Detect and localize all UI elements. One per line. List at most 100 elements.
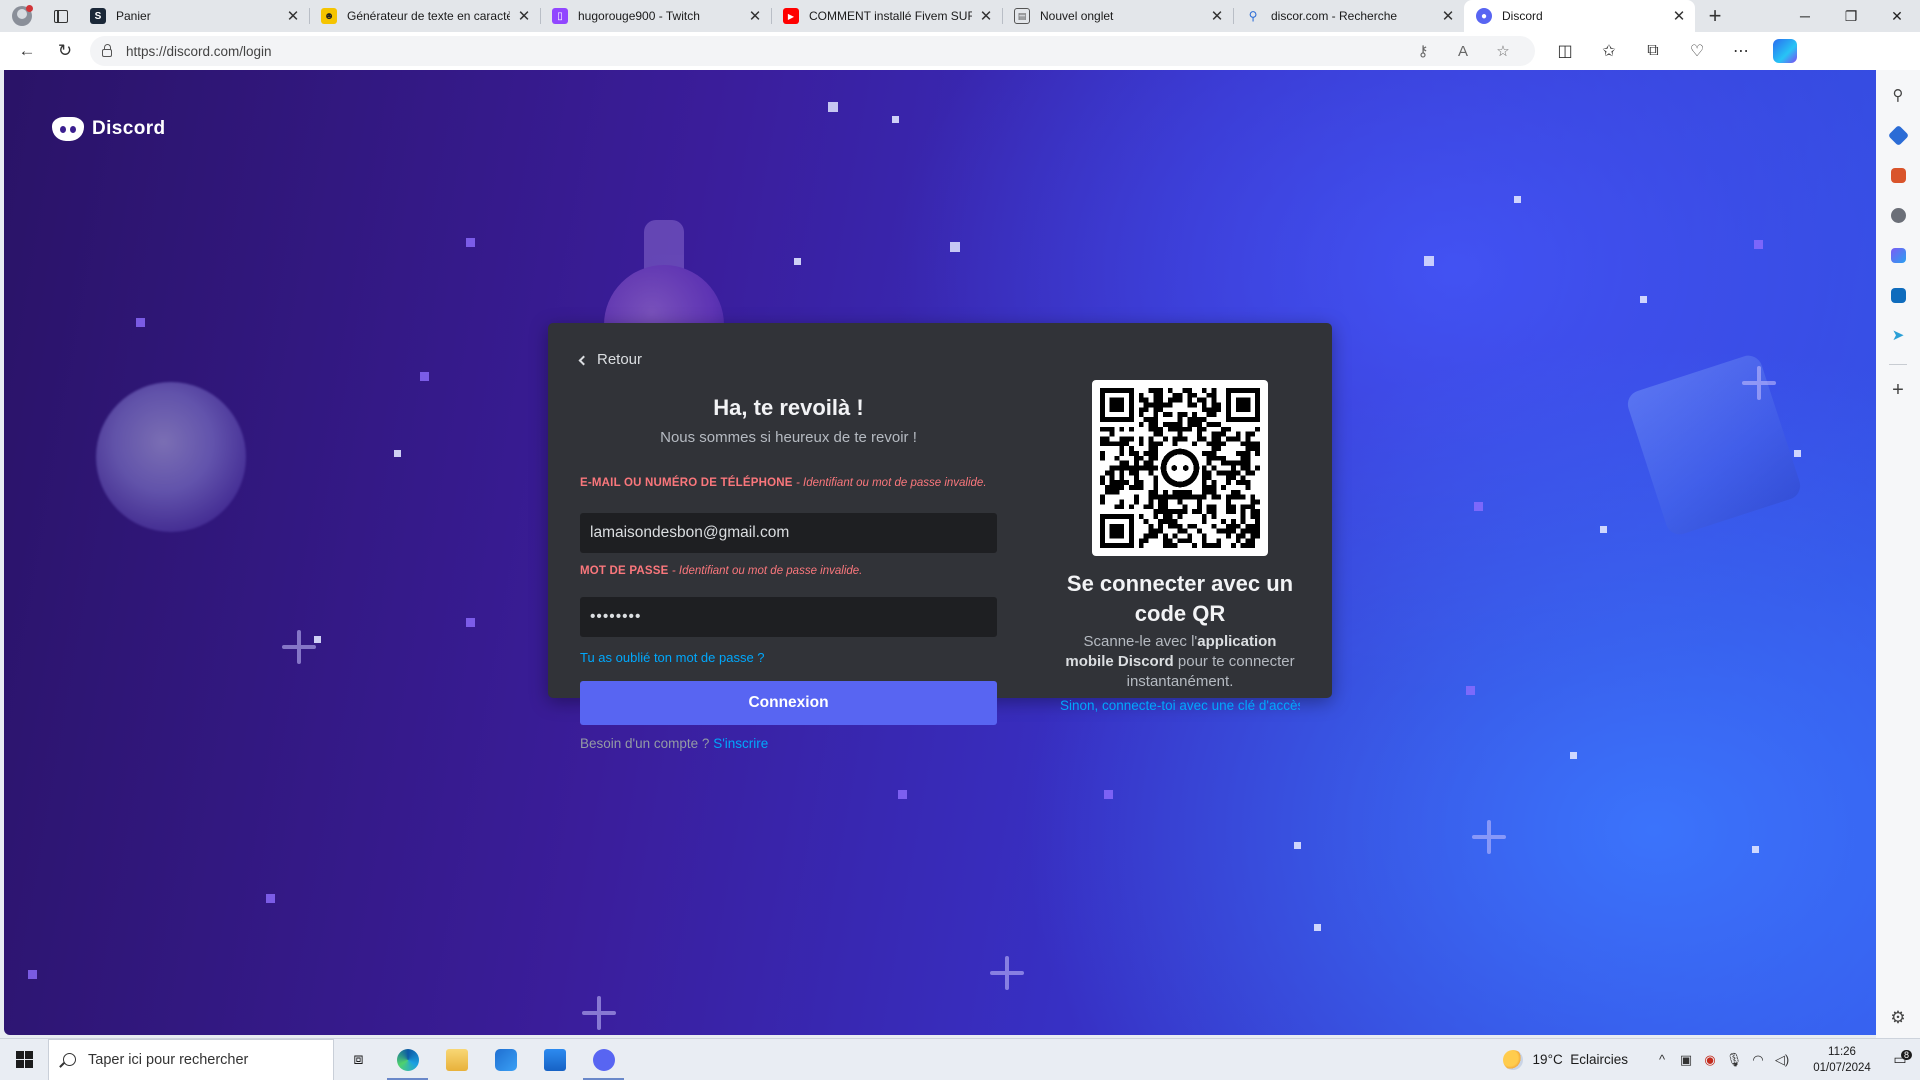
notification-badge: 8 <box>1900 1050 1912 1060</box>
background-star <box>1752 846 1759 853</box>
favorites-icon[interactable]: ✩ <box>1587 36 1631 66</box>
notification-center-button[interactable]: ▭ 8 <box>1880 1050 1920 1068</box>
background-sparkle <box>582 996 616 1030</box>
discord-logo[interactable]: Discord <box>52 117 166 141</box>
sidebar-divider <box>1889 364 1907 365</box>
task-view-icon: ⧈ <box>353 1050 364 1068</box>
volume-icon[interactable]: ◁) <box>1770 1052 1794 1068</box>
tab-close-icon[interactable]: ✕ <box>1671 7 1687 25</box>
split-screen-icon[interactable]: ◫ <box>1543 36 1587 66</box>
chevron-up-icon[interactable]: ^ <box>1650 1052 1674 1067</box>
email-input[interactable] <box>580 513 997 553</box>
microphone-icon[interactable]: 🎙 <box>1722 1052 1746 1068</box>
task-view-button[interactable]: ⧈ <box>334 1039 383 1080</box>
address-bar[interactable]: https://discord.com/login ⚷ A ☆ <box>90 36 1535 66</box>
sidebar-games-icon[interactable] <box>1883 200 1913 230</box>
favorite-star-icon[interactable]: ☆ <box>1483 42 1523 60</box>
tab-close-icon[interactable]: ✕ <box>978 7 994 25</box>
new-tab-button[interactable]: + <box>1695 0 1735 32</box>
minimize-button[interactable]: ─ <box>1782 0 1828 32</box>
copilot-button[interactable] <box>1763 36 1807 66</box>
tab-nouvel-onglet[interactable]: ▤ Nouvel onglet ✕ <box>1002 0 1233 32</box>
tab-close-icon[interactable]: ✕ <box>516 7 532 25</box>
tab-generateur[interactable]: ☻ Générateur de texte en caractè ✕ <box>309 0 540 32</box>
background-planet-illustration <box>96 382 246 532</box>
background-star <box>394 450 401 457</box>
tab-actions-button[interactable] <box>44 0 78 32</box>
discord-app-icon <box>592 1048 615 1071</box>
sidebar-search-icon[interactable]: ⚲ <box>1883 80 1913 110</box>
tab-close-icon[interactable]: ✕ <box>1440 7 1456 25</box>
tab-close-icon[interactable]: ✕ <box>1209 7 1225 25</box>
background-star <box>1314 924 1321 931</box>
sidebar-settings-icon[interactable]: ⚙ <box>1890 1008 1905 1028</box>
sunglasses-emoji-icon: ☻ <box>321 8 337 24</box>
close-window-button[interactable]: ✕ <box>1874 0 1920 32</box>
forgot-password-link[interactable]: Tu as oublié ton mot de passe ? <box>580 650 765 665</box>
security-icon[interactable]: ◉ <box>1698 1052 1722 1068</box>
browser-toolbar: ← ↻ https://discord.com/login ⚷ A ☆ ◫ ✩ … <box>0 32 1920 70</box>
taskbar-search-placeholder: Taper ici pour rechercher <box>88 1051 249 1068</box>
back-link[interactable]: Retour <box>578 351 643 368</box>
sidebar-m365-icon[interactable] <box>1883 240 1913 270</box>
email-label: E-MAIL OU NUMÉRO DE TÉLÉPHONE - Identifi… <box>580 475 997 491</box>
sidebar-shopping-icon[interactable] <box>1883 120 1913 150</box>
background-star <box>136 318 145 327</box>
start-button[interactable] <box>0 1039 48 1080</box>
back-button[interactable]: ← <box>8 36 46 66</box>
collections-icon[interactable]: ⧉ <box>1631 36 1675 66</box>
tab-twitch[interactable]: ▯ hugorouge900 - Twitch ✕ <box>540 0 771 32</box>
search-icon <box>63 1053 76 1066</box>
youtube-icon: ▶ <box>783 8 799 24</box>
tab-close-icon[interactable]: ✕ <box>747 7 763 25</box>
address-url: https://discord.com/login <box>126 43 272 59</box>
restore-button[interactable]: ❐ <box>1828 0 1874 32</box>
taskbar-clock[interactable]: 11:26 01/07/2024 <box>1804 1044 1880 1076</box>
read-aloud-icon[interactable]: A <box>1443 43 1483 60</box>
taskbar-discord[interactable] <box>579 1039 628 1080</box>
tab-recherche[interactable]: ⚲ discor.com - Recherche ✕ <box>1233 0 1464 32</box>
sidebar-add-icon[interactable]: + <box>1883 375 1913 405</box>
password-label-text: MOT DE PASSE <box>580 565 669 577</box>
background-star <box>828 102 838 112</box>
login-button[interactable]: Connexion <box>580 681 997 725</box>
sidebar-outlook-icon[interactable] <box>1883 280 1913 310</box>
qr-code-image <box>1100 388 1260 548</box>
weather-temperature: 19°C <box>1532 1052 1563 1067</box>
meet-now-icon[interactable]: ▣ <box>1674 1052 1698 1068</box>
register-link[interactable]: S'inscrire <box>713 736 768 751</box>
background-star <box>1104 790 1113 799</box>
taskbar-mail[interactable] <box>530 1039 579 1080</box>
qr-description: Scanne-le avec l'application mobile Disc… <box>1060 632 1300 692</box>
weather-widget[interactable]: 19°C Eclaircies <box>1502 1049 1628 1070</box>
taskbar-file-explorer[interactable] <box>432 1039 481 1080</box>
passkey-login-link[interactable]: Sinon, connecte-toi avec une clé d'accès <box>1060 698 1300 713</box>
password-label: MOT DE PASSE - Identifiant ou mot de pas… <box>580 563 997 579</box>
back-label: Retour <box>597 351 643 368</box>
lock-icon[interactable] <box>102 44 112 57</box>
sidebar-tools-icon[interactable] <box>1883 160 1913 190</box>
background-star <box>1754 240 1763 249</box>
weather-description: Eclaircies <box>1570 1052 1628 1067</box>
password-input[interactable] <box>580 597 997 637</box>
weather-sun-cloud-icon <box>1502 1049 1523 1070</box>
taskbar-search[interactable]: Taper ici pour rechercher <box>48 1038 334 1080</box>
key-icon[interactable]: ⚷ <box>1403 42 1443 60</box>
tab-panier[interactable]: S Panier ✕ <box>78 0 309 32</box>
taskbar-edge[interactable] <box>383 1039 432 1080</box>
background-star <box>1474 502 1483 511</box>
wifi-icon[interactable]: ◠ <box>1746 1052 1770 1068</box>
refresh-button[interactable]: ↻ <box>46 36 84 66</box>
more-menu-icon[interactable]: ⋯ <box>1719 36 1763 66</box>
tab-close-icon[interactable]: ✕ <box>285 7 301 25</box>
register-prompt-text: Besoin d'un compte ? <box>580 736 710 751</box>
register-prompt: Besoin d'un compte ? S'inscrire <box>580 736 768 751</box>
profile-button[interactable] <box>0 0 44 32</box>
browser-essentials-icon[interactable]: ♡ <box>1675 36 1719 66</box>
windows-taskbar: Taper ici pour rechercher ⧈ 19°C Eclairc… <box>0 1038 1920 1080</box>
sidebar-telegram-icon[interactable]: ➤ <box>1883 320 1913 350</box>
new-tab-icon: ▤ <box>1014 8 1030 24</box>
tab-discord[interactable]: ● Discord ✕ <box>1464 0 1695 32</box>
taskbar-store[interactable] <box>481 1039 530 1080</box>
tab-youtube[interactable]: ▶ COMMENT installé Fivem SUR P ✕ <box>771 0 1002 32</box>
